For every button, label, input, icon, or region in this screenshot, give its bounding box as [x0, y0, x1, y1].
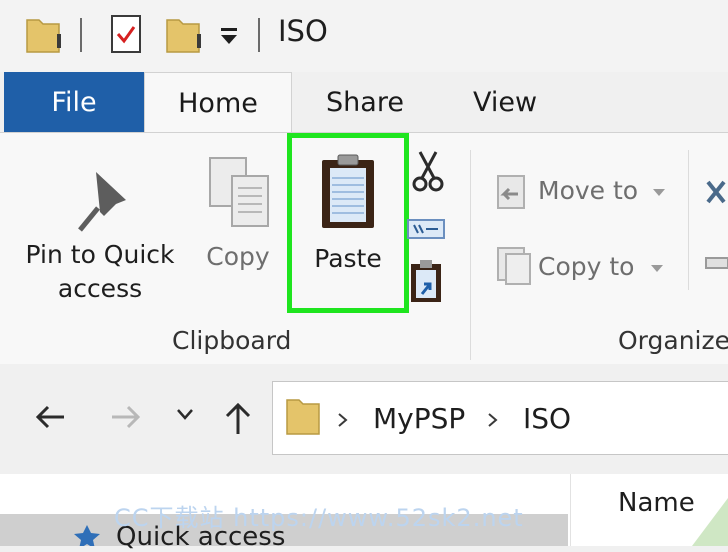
properties-icon[interactable] — [108, 12, 146, 58]
folder-icon[interactable] — [24, 14, 64, 56]
star-icon — [74, 525, 100, 546]
tab-home[interactable]: Home — [144, 72, 292, 134]
copy-to-icon — [497, 247, 531, 285]
corner-decoration — [692, 498, 728, 546]
toolbar-separator — [258, 18, 260, 52]
copy-path-icon[interactable] — [406, 216, 446, 242]
ribbon-tabs: File Home Share View — [0, 72, 728, 134]
copy-label: Copy — [206, 242, 270, 271]
organize-group-label: Organize — [618, 326, 728, 355]
move-to-button[interactable]: Move to — [494, 170, 672, 214]
move-to-label: Move to — [538, 176, 639, 205]
new-folder-icon[interactable] — [164, 14, 204, 56]
pin-icon — [78, 172, 126, 232]
back-arrow-icon[interactable] — [34, 402, 68, 432]
pin-label-line1: Pin to Quick — [25, 240, 175, 269]
pin-to-quick-access-button[interactable]: Pin to Quick access — [14, 150, 186, 310]
breadcrumb-item-mypsp[interactable]: MyPSP — [373, 402, 465, 435]
up-arrow-icon[interactable] — [222, 400, 254, 436]
delete-icon[interactable] — [704, 176, 728, 210]
copy-to-label: Copy to — [538, 252, 635, 281]
dropdown-icon[interactable] — [218, 24, 242, 48]
breadcrumb-chevron-icon — [338, 413, 348, 427]
move-to-icon — [497, 175, 525, 209]
pin-label-line2: access — [57, 274, 143, 303]
tab-file[interactable]: File — [4, 72, 144, 132]
toolbar-separator — [80, 18, 82, 52]
window-title: ISO — [278, 14, 328, 48]
forward-arrow-icon[interactable] — [108, 402, 142, 432]
cut-icon[interactable] — [410, 148, 446, 194]
breadcrumb-chevron-icon — [488, 413, 498, 427]
paste-shortcut-icon[interactable] — [408, 258, 444, 306]
tab-share[interactable]: Share — [300, 72, 430, 132]
folder-icon — [286, 399, 320, 435]
paste-icon — [322, 154, 374, 228]
column-separator — [570, 474, 571, 546]
ribbon-group-separator — [688, 150, 689, 290]
recent-chevron-icon[interactable] — [176, 408, 194, 422]
rename-icon[interactable] — [704, 254, 728, 274]
paste-button[interactable]: Paste — [287, 133, 409, 313]
breadcrumb-item-iso[interactable]: ISO — [523, 402, 571, 435]
watermark-text: CC下载站 https://www.52sk2.net — [114, 504, 524, 532]
tab-view[interactable]: View — [440, 72, 570, 132]
clipboard-group-label: Clipboard — [172, 326, 292, 355]
paste-label: Paste — [314, 244, 382, 273]
copy-button[interactable]: Copy — [196, 150, 280, 290]
chevron-down-icon — [651, 265, 663, 272]
ribbon-group-separator — [470, 150, 471, 360]
copy-to-button[interactable]: Copy to — [494, 244, 672, 288]
address-bar[interactable]: MyPSP ISO — [272, 381, 728, 455]
column-header-name[interactable]: Name — [618, 488, 695, 518]
chevron-down-icon — [653, 189, 665, 196]
copy-icon — [209, 157, 269, 227]
